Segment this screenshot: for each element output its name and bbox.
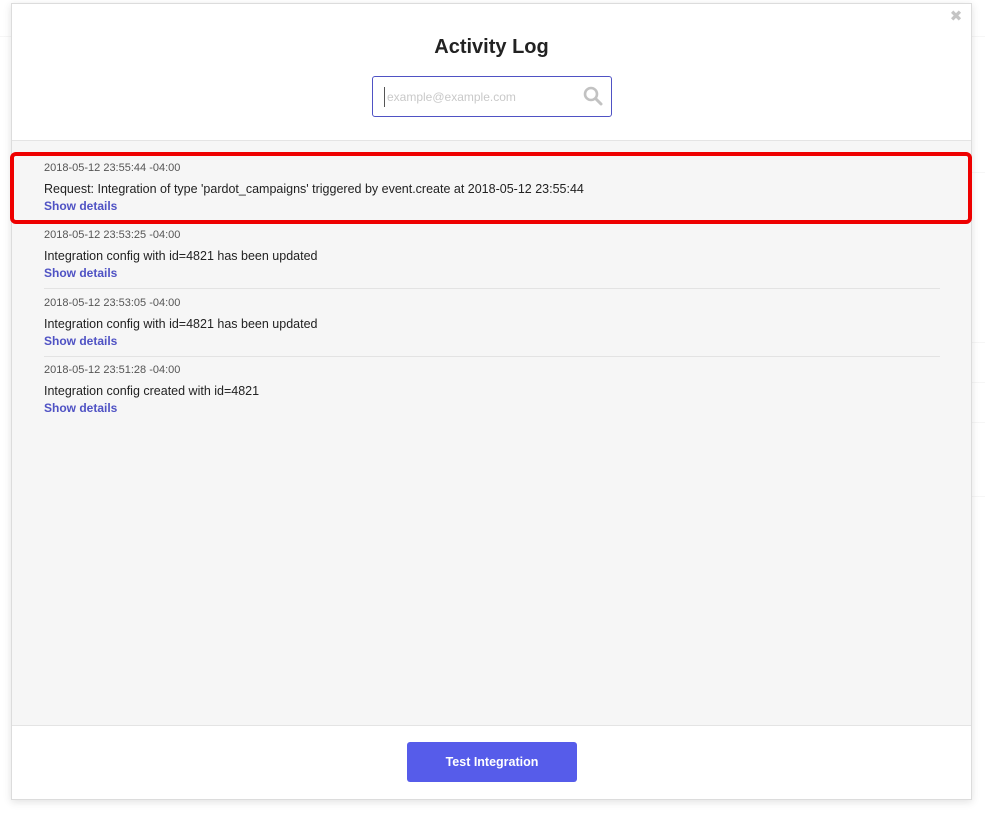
log-entry: 2018-05-12 23:53:25 -04:00 Integration c… [44, 228, 940, 282]
log-timestamp: 2018-05-12 23:51:28 -04:00 [44, 364, 181, 376]
search-input[interactable] [384, 87, 577, 107]
modal-footer: Test Integration [12, 725, 971, 799]
log-message: Integration config with id=4821 has been… [44, 317, 318, 331]
modal-title: Activity Log [434, 36, 549, 58]
log-entry: 2018-05-12 23:55:44 -04:00 Request: Inte… [44, 161, 940, 215]
show-details-link[interactable]: Show details [44, 266, 117, 281]
search-field[interactable] [372, 76, 612, 117]
log-timestamp: 2018-05-12 23:55:44 -04:00 [44, 162, 181, 174]
close-icon[interactable]: ✖ [949, 9, 963, 24]
activity-log-list[interactable]: 2018-05-12 23:55:44 -04:00 Request: Inte… [10, 140, 972, 727]
entry-divider [44, 288, 940, 289]
test-integration-button[interactable]: Test Integration [407, 742, 577, 782]
entry-divider [44, 356, 940, 357]
log-entry: 2018-05-12 23:53:05 -04:00 Integration c… [44, 296, 940, 350]
log-message: Integration config with id=4821 has been… [44, 249, 318, 263]
log-timestamp: 2018-05-12 23:53:25 -04:00 [44, 229, 181, 241]
log-message: Integration config created with id=4821 [44, 384, 260, 398]
log-entry: 2018-05-12 23:51:28 -04:00 Integration c… [44, 363, 940, 417]
search-icon[interactable] [583, 86, 603, 106]
activity-log-modal: ✖ Activity Log 2018-05-12 23:55:44 -04:0… [10, 3, 972, 800]
show-details-link[interactable]: Show details [44, 334, 117, 349]
log-message: Request: Integration of type 'pardot_cam… [44, 182, 584, 196]
log-timestamp: 2018-05-12 23:53:05 -04:00 [44, 297, 181, 309]
show-details-link[interactable]: Show details [44, 401, 117, 416]
show-details-link[interactable]: Show details [44, 199, 117, 214]
